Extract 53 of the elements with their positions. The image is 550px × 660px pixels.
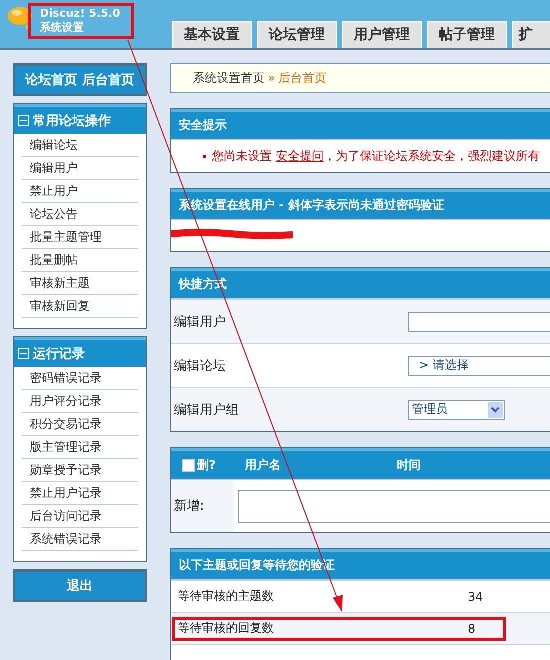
column-header: 用户名 xyxy=(245,456,282,474)
warning-text: 您尚未设置 安全提问，为了保证论坛系统安全，强烈建议所有 xyxy=(212,148,540,164)
menu-link[interactable]: 系统错误记录 xyxy=(22,528,138,551)
input-field[interactable] xyxy=(408,312,550,332)
menu-link[interactable]: 论坛公告 xyxy=(22,203,138,226)
speech-bubble-icon xyxy=(6,6,32,30)
column-header: 时间 xyxy=(397,456,421,474)
nav-tab[interactable]: 基本设置 xyxy=(172,21,252,48)
forum-picker[interactable]: > 请选择 xyxy=(408,356,550,376)
caret-icon xyxy=(488,402,503,418)
menu-header[interactable]: 常用论坛操作 xyxy=(14,104,146,134)
nav-tab[interactable]: 用户管理 xyxy=(342,21,422,48)
product-title: Discuz! 5.5.0 系统设置 xyxy=(28,3,134,39)
stat-label: 等待审核的回复数 xyxy=(178,620,275,637)
logout-button[interactable]: 退出 xyxy=(13,569,147,602)
group-select[interactable]: 管理员 xyxy=(408,400,505,420)
menu-link[interactable]: 版主管理记录 xyxy=(22,436,138,459)
stat-count: 34 xyxy=(468,590,484,604)
menu-link[interactable]: 编辑用户 xyxy=(22,157,138,180)
column-header: 删? xyxy=(197,456,217,474)
nav-tab[interactable]: 论坛管理 xyxy=(257,21,337,48)
menu-link[interactable]: 密码错误记录 xyxy=(22,367,138,390)
menu-link[interactable]: 后台访问记录 xyxy=(22,505,138,528)
breadcrumb-link[interactable]: 系统设置首页 xyxy=(193,70,265,86)
nav-tab[interactable]: 扩 xyxy=(512,21,550,48)
stat-label: 等待审核的主题数 xyxy=(178,588,275,605)
menu-link[interactable]: 编辑论坛 xyxy=(22,134,138,157)
checkbox[interactable] xyxy=(182,458,195,472)
text-area[interactable] xyxy=(238,490,550,522)
home-links[interactable]: 论坛首页 后台首页 xyxy=(13,63,147,96)
bullet-icon xyxy=(203,154,206,158)
stat-count: 8 xyxy=(468,622,477,636)
menu-header[interactable]: 运行记录 xyxy=(14,337,146,367)
row-label: 新增: xyxy=(171,480,234,532)
nav-tab[interactable]: 帖子管理 xyxy=(427,21,507,48)
collapse-icon[interactable] xyxy=(18,115,29,126)
menu-link[interactable]: 审核新回复 xyxy=(22,295,138,318)
field-label: 编辑用户 xyxy=(174,314,227,330)
menu-link[interactable]: 批量删帖 xyxy=(22,249,138,272)
collapse-icon[interactable] xyxy=(18,348,29,359)
field-label: 编辑论坛 xyxy=(174,358,227,374)
menu-link[interactable]: 审核新主题 xyxy=(22,272,138,295)
breadcrumb-current: 后台首页 xyxy=(278,70,326,86)
panel-title: 安全提示 xyxy=(171,109,550,140)
menu-link[interactable]: 用户评分记录 xyxy=(22,390,138,413)
menu-link[interactable]: 积分交易记录 xyxy=(22,413,138,436)
breadcrumb-separator: » xyxy=(268,71,276,85)
menu-link[interactable]: 禁止用户 xyxy=(22,180,138,203)
security-link[interactable]: 安全提问 xyxy=(276,148,324,162)
menu-link[interactable]: 勋章授予记录 xyxy=(22,459,138,482)
menu-link[interactable]: 禁止用户记录 xyxy=(22,482,138,505)
field-label: 编辑用户组 xyxy=(174,402,240,418)
menu-link[interactable]: 批量主题管理 xyxy=(22,226,138,249)
